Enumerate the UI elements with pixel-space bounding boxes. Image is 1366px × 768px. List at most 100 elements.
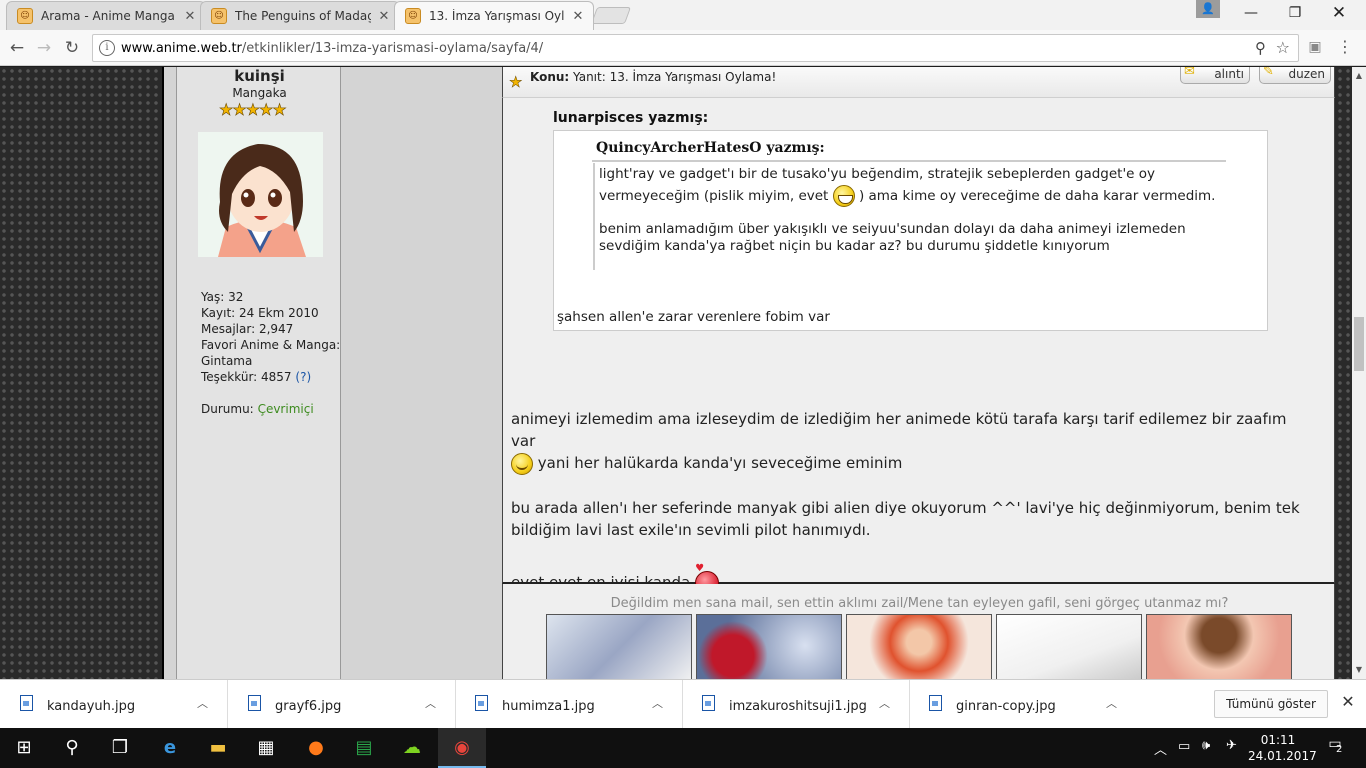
tab-close-icon[interactable]: ✕ xyxy=(183,9,197,24)
download-filename: grayf6.jpg xyxy=(275,699,342,714)
reload-icon[interactable]: ↻ xyxy=(60,36,84,60)
download-filename: kandayuh.jpg xyxy=(47,699,136,714)
download-item[interactable]: grayf6.jpg ︿ xyxy=(228,680,456,729)
user-favorite: Favori Anime & Manga: Gintama xyxy=(201,338,341,368)
restore-icon[interactable]: ❐ xyxy=(1272,0,1318,28)
task-view-icon[interactable]: ❐ xyxy=(96,728,144,768)
download-item[interactable]: humimza1.jpg ︿ xyxy=(455,680,683,729)
toolbar: ← → ↻ i www.anime.web.tr/etkinlikler/13-… xyxy=(0,30,1366,66)
scrollbar[interactable]: ▲ ▼ xyxy=(1352,67,1366,679)
scrollbar-thumb[interactable] xyxy=(1354,317,1364,371)
quote-paragraph: benim anlamadığım über yakışıklı ve seiy… xyxy=(599,221,1186,254)
forum-page: kuinşi Mangaka ★★★★★ Yaş: 32 Kayıt: 24 E… xyxy=(162,67,1335,679)
signature-image xyxy=(846,614,992,679)
avatar[interactable] xyxy=(198,132,323,257)
download-filename: humimza1.jpg xyxy=(502,699,595,714)
post-subject: Konu: Yanıt: 13. İmza Yarışması Oylama! xyxy=(530,70,776,84)
chevron-up-icon[interactable]: ︿ xyxy=(652,695,663,711)
chrome-icon[interactable]: ◉ xyxy=(438,728,486,768)
firefox-icon[interactable]: ● xyxy=(292,728,340,768)
bookmark-star-icon[interactable]: ☆ xyxy=(1276,38,1290,57)
star-icon: ★ xyxy=(509,73,523,92)
divider xyxy=(592,160,1226,162)
zoom-icon[interactable]: ⚲ xyxy=(1255,39,1266,57)
store-icon[interactable]: ▦ xyxy=(242,728,290,768)
clock-date: 24.01.2017 xyxy=(1248,749,1317,763)
quote-button[interactable]: ✉ alıntı xyxy=(1180,67,1250,84)
airplane-mode-icon[interactable]: ✈ xyxy=(1226,738,1237,753)
browser-tab-strip: ☺ Arama - Anime Manga F ✕ ☺ The Penguins… xyxy=(0,0,1366,30)
taskbar: ⊞ ⚲ ❐ e ▬ ▦ ● ▤ ☁ ◉ ︿ ▭ 🕪 ✈ 01:11 24.01.… xyxy=(0,728,1366,768)
quote-text: ) ama kime oy vereceğime de daha karar v… xyxy=(858,188,1216,204)
quote-button-label: alıntı xyxy=(1214,67,1244,81)
nested-quote-author: QuincyArcherHatesO yazmış: xyxy=(596,140,825,156)
grin-emoticon-icon xyxy=(832,185,855,207)
volume-icon[interactable]: 🕪 xyxy=(1202,738,1210,753)
post-body: lunarpisces yazmış: QuincyArcherHatesO y… xyxy=(502,98,1335,602)
battery-icon[interactable]: ▭ xyxy=(1178,739,1190,754)
tab-close-icon[interactable]: ✕ xyxy=(377,9,391,24)
address-bar[interactable]: i www.anime.web.tr/etkinlikler/13-imza-y… xyxy=(92,34,1299,62)
scroll-down-icon[interactable]: ▼ xyxy=(1352,663,1366,677)
cloud-app-icon[interactable]: ☁ xyxy=(388,728,436,768)
user-message-count: Mesajlar: 2,947 xyxy=(201,322,294,336)
minimize-icon[interactable]: — xyxy=(1228,0,1274,28)
forward-arrow-icon[interactable]: → xyxy=(32,36,56,60)
quote-author: lunarpisces yazmış: xyxy=(553,110,709,126)
file-explorer-icon[interactable]: ▬ xyxy=(194,728,242,768)
edit-button[interactable]: ✎ duzen xyxy=(1259,67,1331,84)
user-profile-icon[interactable]: 👤 xyxy=(1196,0,1220,18)
download-item[interactable]: kandayuh.jpg ︿ xyxy=(0,680,228,729)
chevron-up-icon[interactable]: ︿ xyxy=(879,695,890,711)
notification-center-icon[interactable]: ▭ 2 xyxy=(1322,736,1348,760)
search-icon[interactable]: ⚲ xyxy=(48,728,96,768)
tab-title: The Penguins of Madaga xyxy=(235,9,371,23)
close-download-shelf-icon[interactable]: ✕ xyxy=(1338,692,1358,712)
windows-start-icon[interactable]: ⊞ xyxy=(0,728,48,768)
user-age: Yaş: 32 xyxy=(201,290,244,304)
chevron-up-icon[interactable]: ︿ xyxy=(425,695,436,711)
message-text: animeyi izlemedim ama izleseydim de izle… xyxy=(511,410,1287,450)
download-item[interactable]: imzakuroshitsuji1.jpg ︿ xyxy=(682,680,910,729)
signature-image xyxy=(546,614,692,679)
image-file-icon xyxy=(702,695,715,711)
user-registered: Kayıt: 24 Ekm 2010 xyxy=(201,306,319,320)
extension-icon[interactable]: ▣ xyxy=(1306,38,1324,56)
evernote-icon[interactable]: ▤ xyxy=(340,728,388,768)
download-filename: ginran-copy.jpg xyxy=(956,699,1056,714)
url-text[interactable]: www.anime.web.tr/etkinlikler/13-imza-yar… xyxy=(121,41,543,56)
url-domain: www.anime.web.tr xyxy=(121,41,242,56)
edit-icon: ✎ xyxy=(1263,67,1274,79)
message-text: yani her halükarda kanda'yı seveceğime e… xyxy=(537,454,903,472)
rank-stars-icon: ★★★★★ xyxy=(219,100,287,120)
status-online: Çevrimiçi xyxy=(257,402,314,416)
chevron-up-icon[interactable]: ︿ xyxy=(1154,739,1167,758)
site-favicon-icon: ☺ xyxy=(211,8,227,24)
tab-imza-yarismasi[interactable]: ☺ 13. İmza Yarışması Oylam ✕ xyxy=(394,1,594,30)
tab-penguins[interactable]: ☺ The Penguins of Madaga ✕ xyxy=(200,1,400,30)
menu-icon[interactable]: ⋮ xyxy=(1336,38,1354,56)
show-all-downloads-button[interactable]: Tümünü göster xyxy=(1214,690,1328,718)
thanks-help-link[interactable]: (?) xyxy=(295,370,311,384)
signature-image xyxy=(1146,614,1292,679)
url-path: /etkinlikler/13-imza-yarismasi-oylama/sa… xyxy=(241,41,544,56)
clock[interactable]: 01:11 24.01.2017 xyxy=(1248,732,1317,764)
quote-text: vermeyeceğim (pislik miyim, evet xyxy=(599,188,829,204)
quote-line: vermeyeceğim (pislik miyim, evet ) ama k… xyxy=(599,185,1226,207)
new-tab-button[interactable] xyxy=(590,7,632,24)
tab-arama[interactable]: ☺ Arama - Anime Manga F ✕ xyxy=(6,1,206,30)
clock-time: 01:11 xyxy=(1260,733,1296,747)
notification-count: 2 xyxy=(1336,744,1343,755)
chevron-up-icon[interactable]: ︿ xyxy=(1106,695,1117,711)
tab-close-icon[interactable]: ✕ xyxy=(571,9,585,24)
scroll-up-icon[interactable]: ▲ xyxy=(1352,69,1366,83)
download-item[interactable]: ginran-copy.jpg ︿ xyxy=(909,680,1137,729)
quote-line: light'ray ve gadget'ı bir de tusako'yu b… xyxy=(599,166,1156,182)
back-arrow-icon[interactable]: ← xyxy=(5,36,29,60)
info-icon[interactable]: i xyxy=(99,40,115,56)
chevron-up-icon[interactable]: ︿ xyxy=(197,695,208,711)
edge-browser-icon[interactable]: e xyxy=(146,728,194,768)
username[interactable]: kuinşi xyxy=(177,67,342,85)
subject-text: Yanıt: 13. İmza Yarışması Oylama! xyxy=(573,70,777,84)
close-window-icon[interactable]: ✕ xyxy=(1316,0,1362,28)
